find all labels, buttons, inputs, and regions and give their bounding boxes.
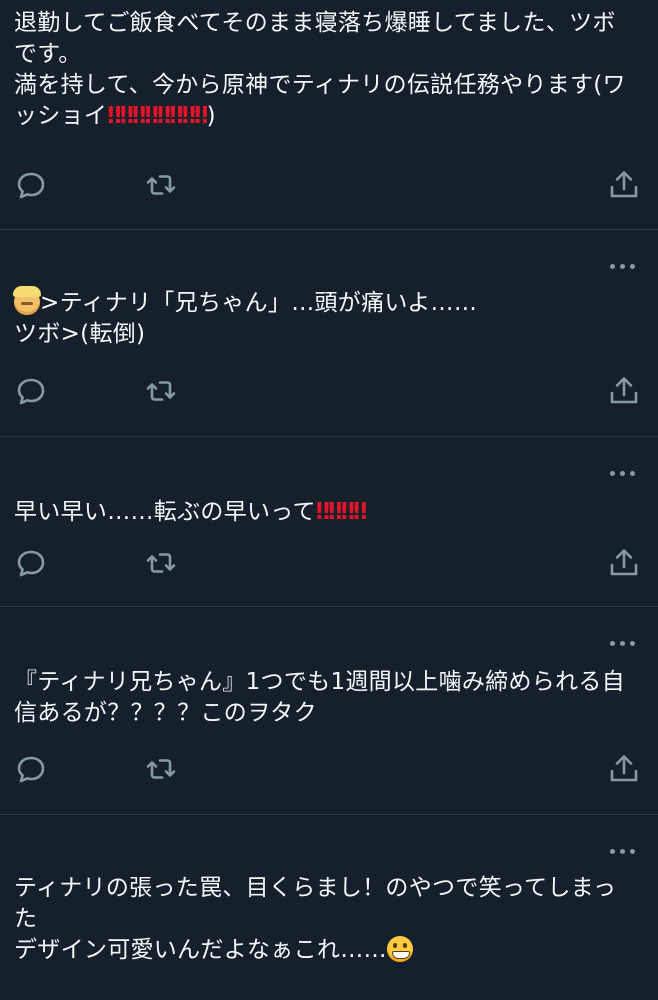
tweet-1-text: 退勤してご飯食べてそのまま寝落ち爆睡してました、ツボです。 満を持して、今から原… <box>14 8 628 132</box>
more-icon[interactable] <box>610 262 636 270</box>
share-icon[interactable] <box>606 751 642 787</box>
tweet-2-text: >ティナリ「兄ちゃん」…頭が痛いよ…… ツボ>(転倒) <box>13 286 628 350</box>
reply-icon[interactable] <box>13 373 49 409</box>
retweet-icon[interactable] <box>143 167 179 203</box>
more-icon[interactable] <box>610 469 636 477</box>
retweet-icon[interactable] <box>143 751 179 787</box>
double-exclamation-emoji: ‼‼‼‼‼‼‼‼ <box>107 103 208 129</box>
reply-icon[interactable] <box>13 751 49 787</box>
tweet-1-actions <box>0 167 658 203</box>
share-icon[interactable] <box>606 167 642 203</box>
tweet-3-text: 早い早い……転ぶの早いって‼‼‼‼ <box>14 497 628 528</box>
tweet-5-text: ティナリの張った罠、目くらまし！のやつで笑ってしまった デザイン可愛いんだよなぁ… <box>14 873 628 966</box>
retweet-icon[interactable] <box>143 373 179 409</box>
tweet-4[interactable]: 『ティナリ兄ちゃん』1つでも1週間以上噛み締められる自信あるが？？？？このヲタク <box>0 607 658 815</box>
tweet-2-body: >ティナリ「兄ちゃん」…頭が痛いよ…… ツボ>(転倒) <box>14 290 478 347</box>
tweet-3[interactable]: 早い早い……転ぶの早いって‼‼‼‼ <box>0 437 658 607</box>
tweet-4-body: 『ティナリ兄ちゃん』1つでも1週間以上噛み締められる自信あるが？？？？このヲタク <box>14 669 625 726</box>
blond-person-emoji <box>13 286 41 315</box>
tweet-3-actions <box>0 545 658 581</box>
tweet-1-close-paren: ) <box>206 103 216 129</box>
tweet-3-body: 早い早い……転ぶの早いって <box>14 499 316 525</box>
tweet-2-actions <box>0 373 658 409</box>
share-icon[interactable] <box>606 545 642 581</box>
double-exclamation-emoji: ‼‼‼‼ <box>315 499 368 525</box>
tweet-5-body: ティナリの張った罠、目くらまし！のやつで笑ってしまった デザイン可愛いんだよなぁ… <box>14 875 617 963</box>
more-icon[interactable] <box>610 847 636 855</box>
reply-icon[interactable] <box>13 167 49 203</box>
timeline: 退勤してご飯食べてそのまま寝落ち爆睡してました、ツボです。 満を持して、今から原… <box>0 0 658 1000</box>
share-icon[interactable] <box>606 373 642 409</box>
tweet-2[interactable]: >ティナリ「兄ちゃん」…頭が痛いよ…… ツボ>(転倒) <box>0 230 658 437</box>
tweet-4-actions <box>0 751 658 787</box>
grinning-face-emoji <box>386 936 413 962</box>
tweet-5[interactable]: ティナリの張った罠、目くらまし！のやつで笑ってしまった デザイン可愛いんだよなぁ… <box>0 815 658 1000</box>
tweet-1-body: 退勤してご飯食べてそのまま寝落ち爆睡してました、ツボです。 満を持して、今から原… <box>14 10 626 129</box>
retweet-icon[interactable] <box>143 545 179 581</box>
tweet-1[interactable]: 退勤してご飯食べてそのまま寝落ち爆睡してました、ツボです。 満を持して、今から原… <box>0 0 658 230</box>
reply-icon[interactable] <box>13 545 49 581</box>
tweet-4-text: 『ティナリ兄ちゃん』1つでも1週間以上噛み締められる自信あるが？？？？このヲタク <box>14 667 628 729</box>
more-icon[interactable] <box>610 639 636 647</box>
